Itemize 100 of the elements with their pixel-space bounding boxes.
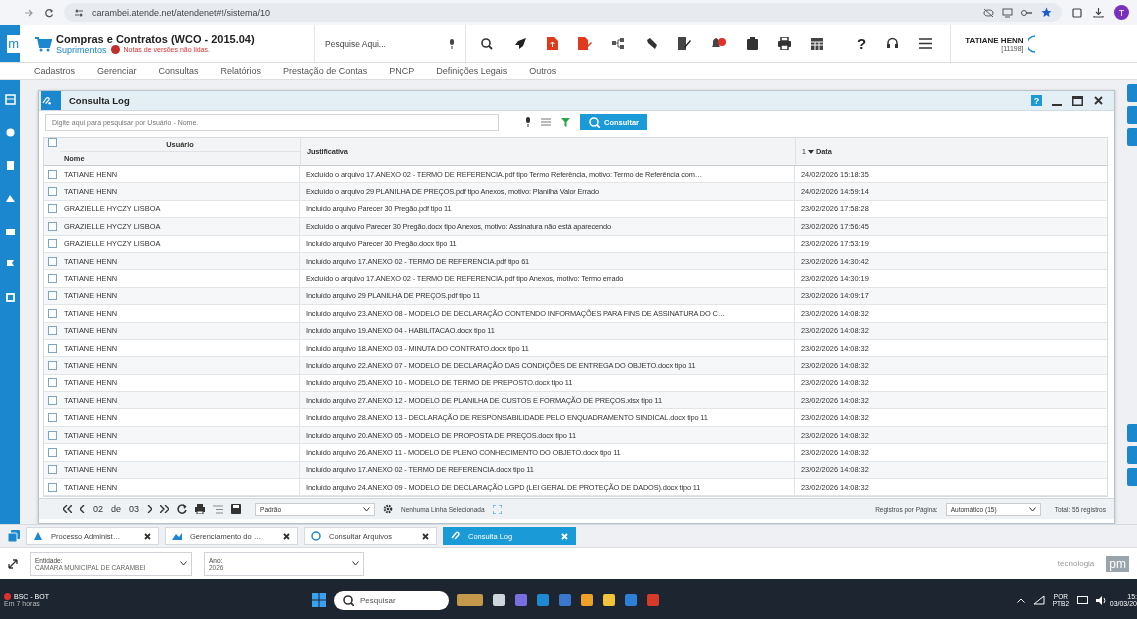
menu-item[interactable]: PNCP [389,66,415,76]
close-icon[interactable] [143,531,152,541]
row-checkbox[interactable] [47,169,57,179]
star-icon[interactable] [1041,7,1052,18]
module-name[interactable]: Suprimentos [56,44,107,55]
search-icon[interactable] [480,37,493,50]
row-checkbox[interactable] [47,256,57,266]
search-placeholder: Pesquise Aqui... [325,38,387,49]
bell-icon[interactable] [711,37,727,50]
close-icon[interactable] [282,531,291,541]
taskbar-search[interactable]: Pesquisar [334,590,449,610]
global-search[interactable]: Pesquise Aqui... [314,25,466,62]
chart-icon [172,531,182,541]
profile-avatar[interactable]: T [1114,5,1129,20]
key-icon[interactable] [1021,8,1033,17]
chevron-down-icon [180,561,187,566]
row-checkbox[interactable] [47,291,57,301]
windows-stack-icon[interactable] [8,530,20,542]
columns-icon[interactable] [213,504,224,514]
calendar-icon[interactable] [811,37,823,50]
start-icon[interactable] [312,593,326,607]
menu-item[interactable]: Consultas [158,66,199,76]
row-checkbox[interactable] [47,187,57,197]
download-icon[interactable] [1093,7,1104,18]
menu-item[interactable]: Outros [529,66,557,76]
row-checkbox[interactable] [47,430,57,440]
chevron-down-icon [352,561,359,566]
next-page-icon[interactable] [147,505,153,513]
caret-up-icon[interactable] [1016,597,1025,603]
site-settings-icon[interactable] [74,7,84,18]
row-checkbox[interactable] [47,343,57,353]
menu-item[interactable]: Prestação de Contas [283,66,368,76]
menu-item[interactable]: Relatórios [220,66,262,76]
gear-icon[interactable] [383,504,394,514]
row-checkbox[interactable] [47,274,57,284]
app-title: Compras e Contratos (WCO - 2015.04) [56,32,255,45]
triangle-icon[interactable] [4,193,16,204]
row-checkbox[interactable] [47,221,57,231]
install-app-icon[interactable] [1002,7,1013,18]
hierarchy-icon[interactable] [612,38,625,49]
document-edit-icon[interactable] [578,37,592,50]
row-checkbox[interactable] [47,326,57,336]
document-sign-icon[interactable] [678,37,691,50]
clipboard-icon[interactable] [747,37,758,50]
row-checkbox[interactable] [47,308,57,318]
menu-item[interactable]: Gerenciar [97,66,137,76]
row-checkbox[interactable] [47,395,57,405]
url-text: carambei.atende.net/atendenet#!/sistema/10 [92,7,271,18]
chevron-down-icon [363,506,371,512]
rocket-icon[interactable] [513,36,527,51]
row-checkbox[interactable] [47,482,57,492]
circle-icon[interactable] [4,127,16,138]
window-title: Consulta Log [69,95,131,106]
alert-icon[interactable] [4,593,11,600]
refresh-icon[interactable] [177,504,188,514]
eye-off-icon[interactable] [983,7,994,18]
square-icon[interactable] [4,292,16,303]
previous-page-icon[interactable] [80,505,85,513]
notification-badge-icon[interactable] [110,45,120,54]
chevron-down-icon [1028,506,1036,512]
speaker-icon[interactable] [1096,595,1107,605]
row-checkbox[interactable] [47,204,57,214]
page-number[interactable]: 02 [93,504,103,514]
forward-arrow-icon[interactable] [24,7,34,18]
row-checkbox[interactable] [47,361,57,370]
menu-item[interactable]: Definições Legais [436,66,508,76]
maximize-icon[interactable] [1072,95,1083,106]
first-page-icon[interactable] [63,505,72,513]
extensions-icon[interactable] [1072,7,1083,18]
page-separator: de [111,504,122,514]
sort-desc-icon[interactable] [807,149,814,154]
close-icon[interactable] [1093,95,1104,106]
row-checkbox[interactable] [47,378,57,388]
save-icon[interactable] [231,504,242,514]
menu-item[interactable]: Cadastros [34,66,76,76]
paperclip-icon [41,96,51,105]
printer-icon[interactable] [778,37,791,50]
brand-mark: pm [1106,555,1129,572]
reload-icon[interactable] [44,7,54,18]
menu-icon[interactable] [919,38,933,49]
select-all-checkbox[interactable] [47,138,57,147]
row-checkbox[interactable] [47,413,57,423]
filter-icon[interactable] [561,117,570,127]
microphone-icon[interactable] [525,117,531,127]
document-upload-icon[interactable] [547,37,558,50]
help-button[interactable]: ? [857,35,867,52]
user-name[interactable]: TATIANE HENN [965,35,1024,45]
headset-icon[interactable] [886,37,900,50]
row-checkbox[interactable] [47,239,57,249]
cart-icon[interactable] [34,35,52,52]
last-page-icon[interactable] [160,505,170,513]
selection-icon[interactable] [492,504,502,514]
row-checkbox[interactable] [47,465,57,475]
display-icon[interactable] [1077,595,1088,605]
microphone-icon[interactable] [449,38,455,49]
printer-icon[interactable] [195,504,206,514]
close-icon[interactable] [421,531,430,541]
address-bar[interactable]: carambei.atende.net/atendenet#!/sistema/10 [64,3,1062,22]
expand-icon[interactable] [8,558,18,569]
row-checkbox[interactable] [47,447,57,457]
